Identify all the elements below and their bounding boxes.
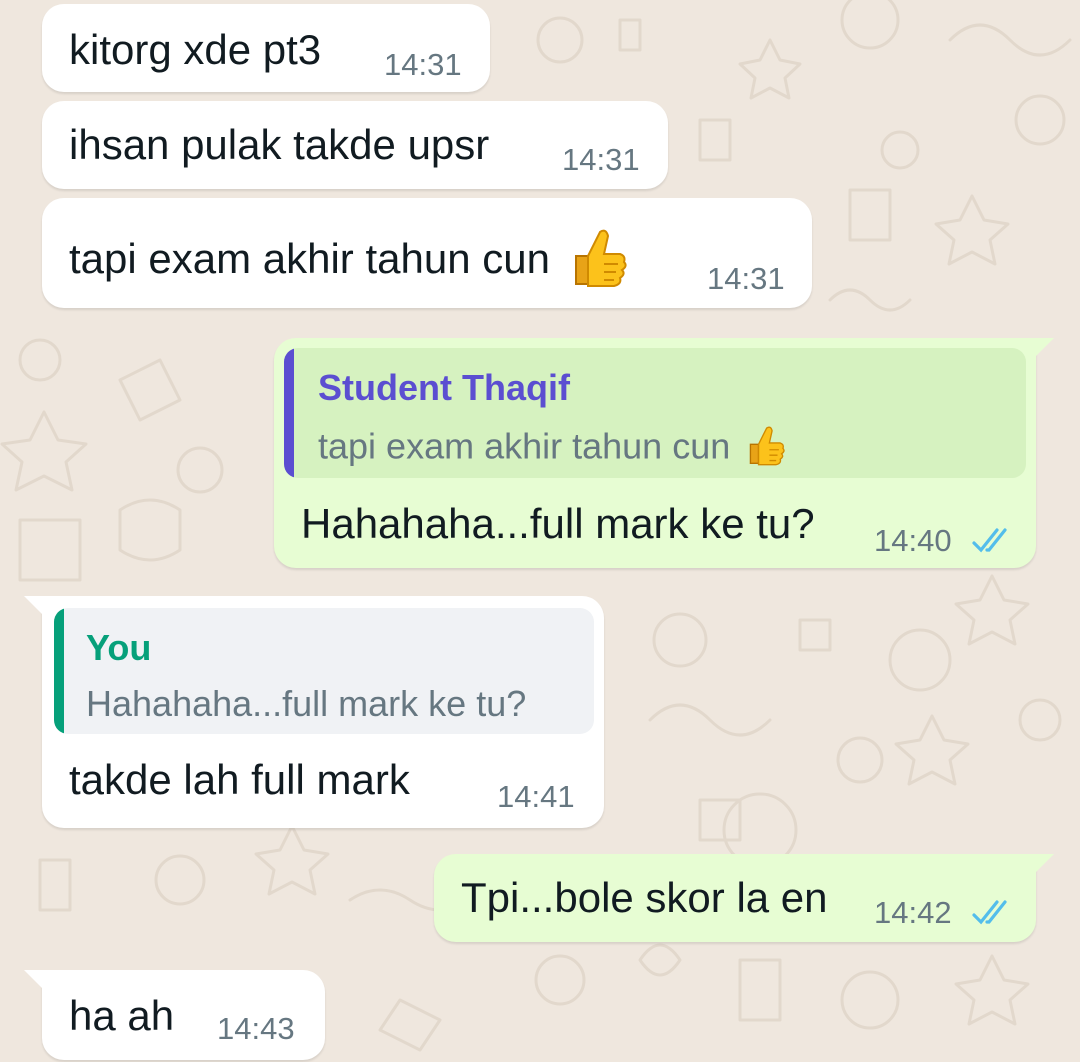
message-bubble-incoming[interactable]: ihsan pulak takde upsr 14:31 (42, 101, 668, 189)
message-timestamp: 14:41 (497, 779, 575, 814)
message-text: takde lah full mark (69, 756, 410, 803)
message-bubble-incoming[interactable]: ha ah 14:43 (24, 970, 325, 1060)
message-text: Tpi...bole skor la en (461, 874, 828, 921)
thumbs-up-icon (746, 424, 786, 474)
quoted-message[interactable]: You Hahahaha...full mark ke tu? (54, 608, 594, 734)
message-text: ihsan pulak takde upsr (69, 121, 490, 168)
message-bubble-incoming[interactable]: kitorg xde pt3 14:31 (42, 4, 490, 92)
message-timestamp: 14:42 (874, 895, 952, 930)
message-bubble-incoming[interactable]: tapi exam akhir tahun cun 14:31 (42, 198, 812, 308)
quoted-message[interactable]: Student Thaqif tapi exam akhir tahun cun (284, 348, 1026, 478)
bubble-tail (24, 970, 42, 988)
message-timestamp: 14:31 (562, 142, 640, 177)
message-bubble-outgoing[interactable]: Student Thaqif tapi exam akhir tahun cun… (274, 338, 1054, 568)
read-double-tick-icon (972, 528, 1007, 553)
bubble-tail (24, 596, 42, 614)
message-text: Hahahaha...full mark ke tu? (301, 500, 815, 547)
read-double-tick-icon (972, 900, 1007, 925)
message-text: ha ah (69, 992, 175, 1039)
quote-author: You (86, 627, 152, 668)
message-text-content: tapi exam akhir tahun cun (69, 235, 550, 283)
message-timestamp: 14:43 (217, 1011, 295, 1046)
message-timestamp: 14:31 (707, 261, 785, 296)
quote-author: Student Thaqif (318, 367, 570, 408)
thumbs-up-icon (570, 226, 628, 298)
message-bubble-outgoing[interactable]: Tpi...bole skor la en 14:42 (434, 854, 1054, 942)
bubble-tail (1036, 338, 1054, 356)
quote-accent-bar (54, 608, 64, 734)
quote-text: tapi exam akhir tahun cun (318, 424, 786, 474)
quote-text: Hahahaha...full mark ke tu? (86, 683, 527, 724)
message-timestamp: 14:31 (384, 47, 462, 82)
quote-text-content: tapi exam akhir tahun cun (318, 425, 731, 467)
message-bubble-incoming[interactable]: You Hahahaha...full mark ke tu? takde la… (24, 596, 604, 828)
quote-accent-bar (284, 348, 294, 478)
message-text: kitorg xde pt3 (69, 26, 322, 73)
bubble-tail (1036, 854, 1054, 872)
message-text: tapi exam akhir tahun cun (69, 226, 628, 298)
message-timestamp: 14:40 (874, 523, 952, 558)
